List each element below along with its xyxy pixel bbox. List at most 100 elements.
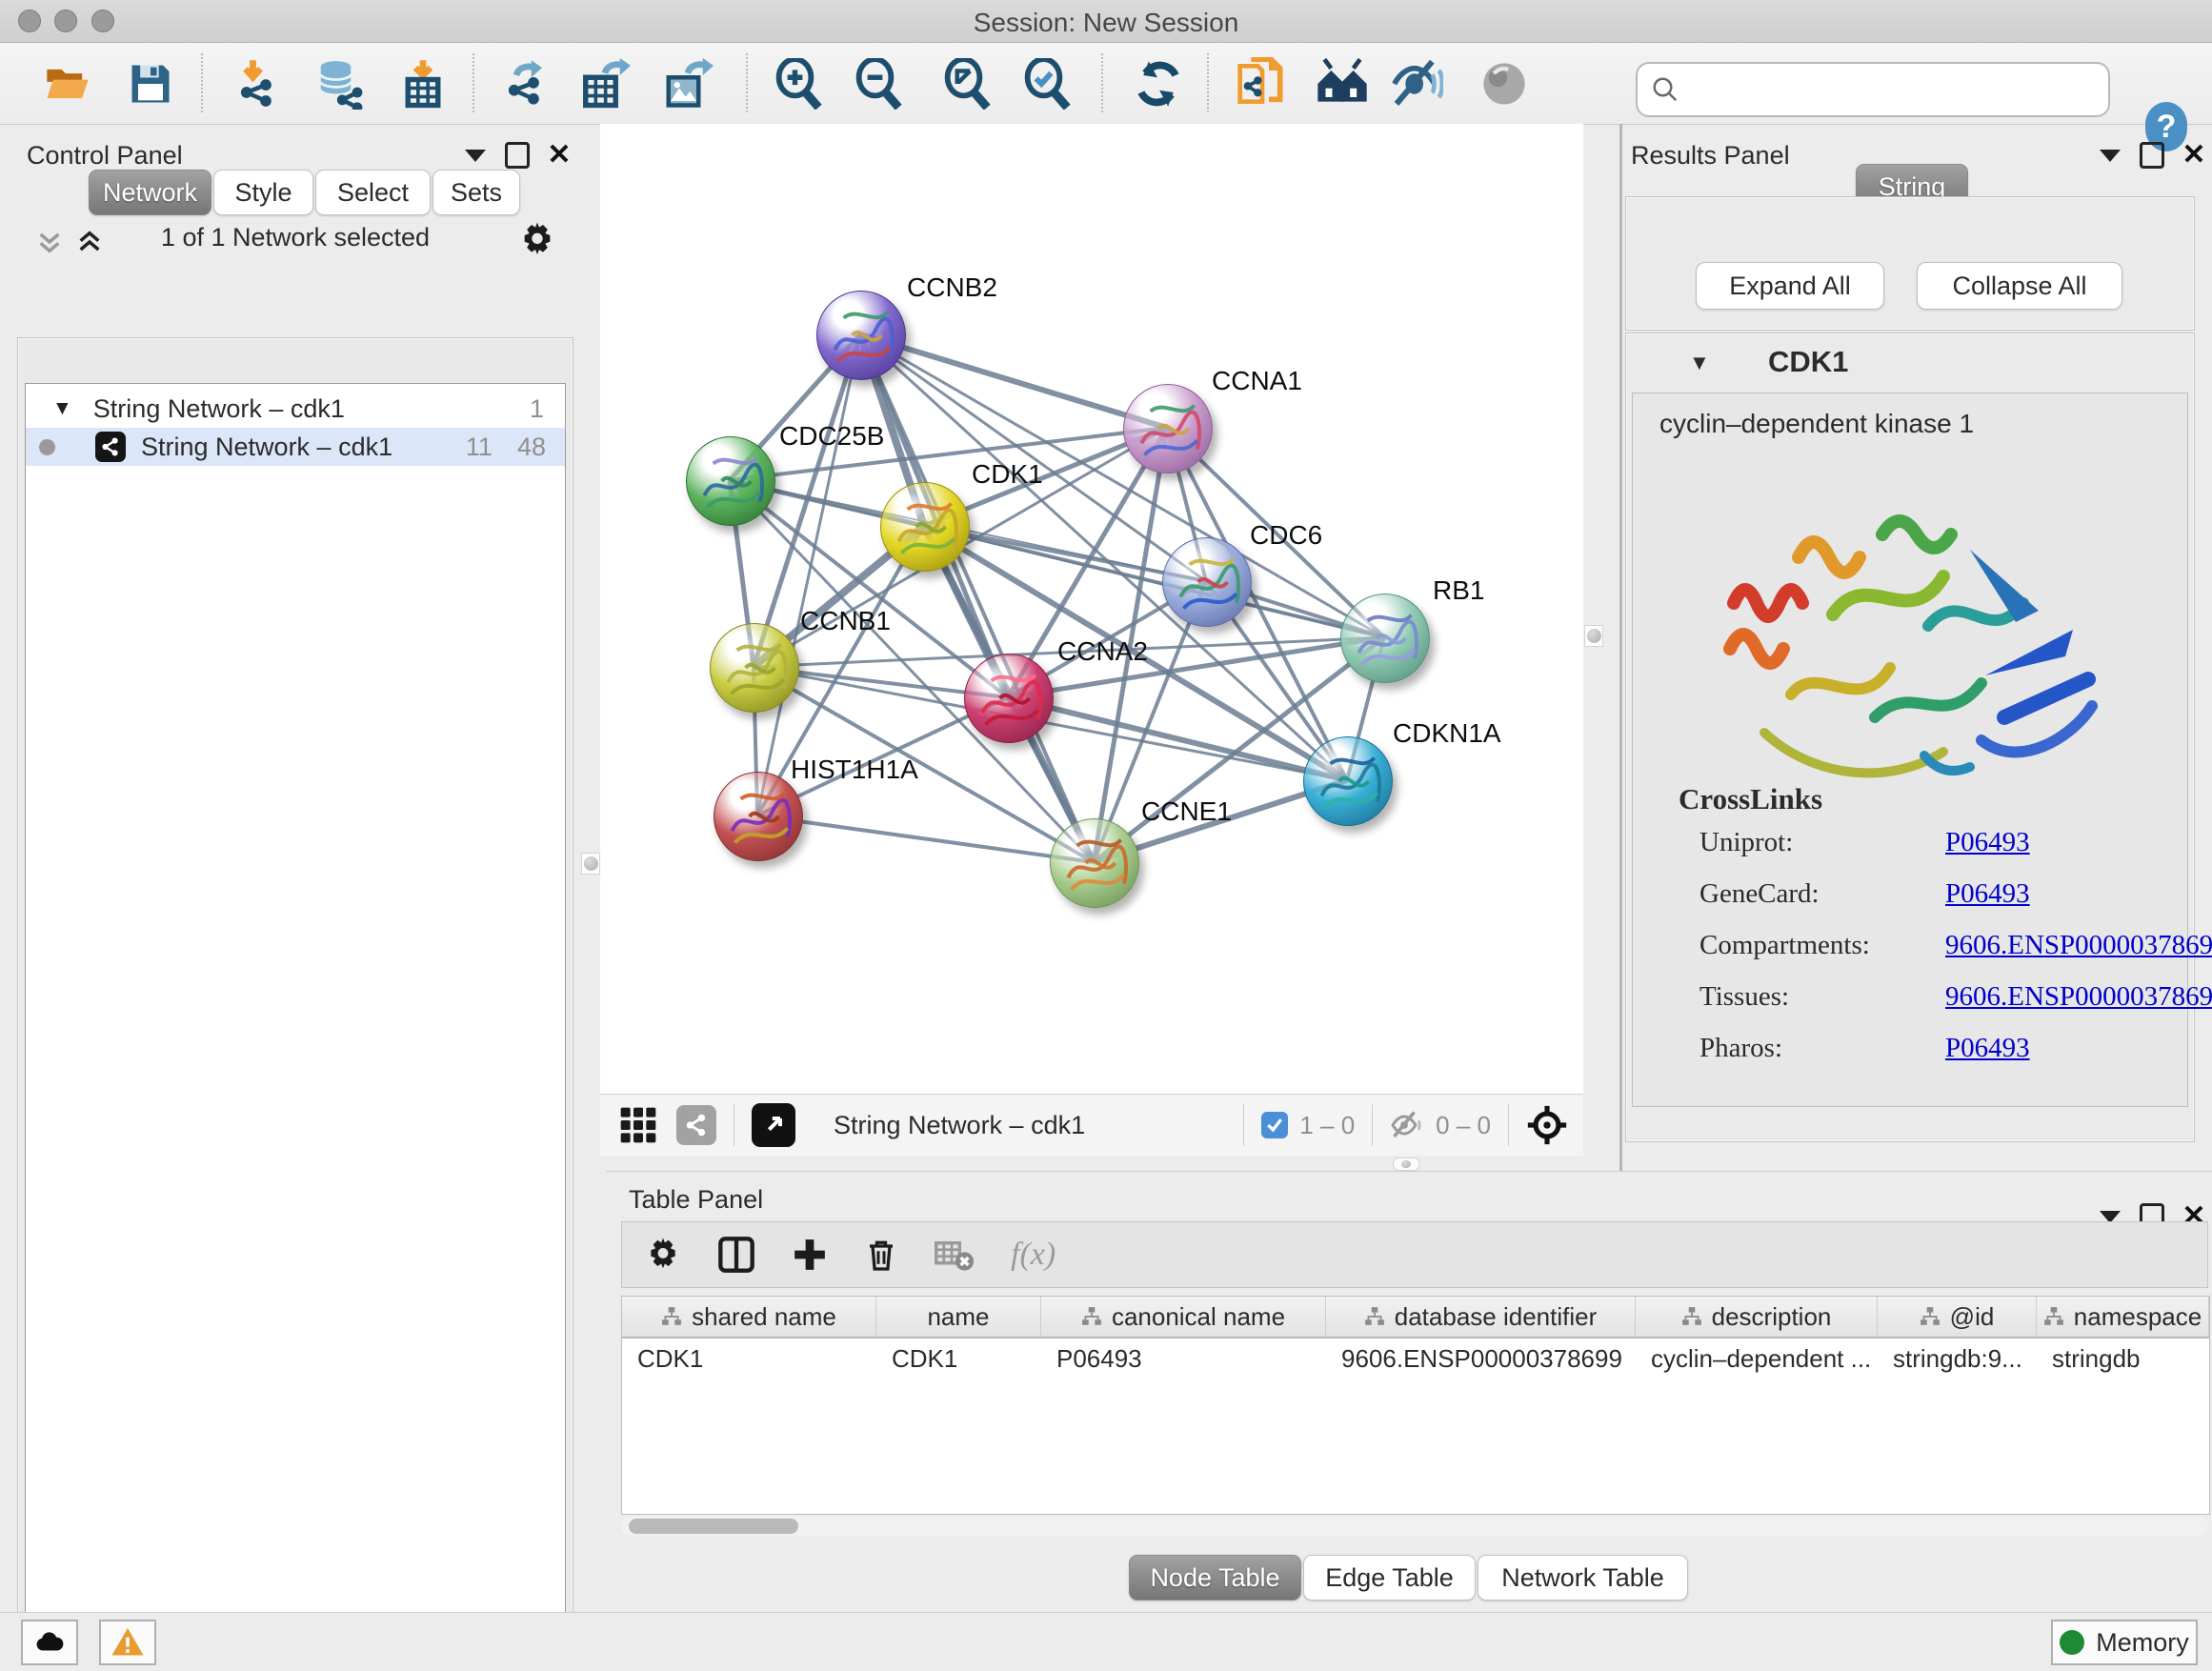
tab-node-table[interactable]: Node Table bbox=[1129, 1555, 1301, 1601]
expand-all-networks-icon[interactable] bbox=[74, 227, 105, 257]
warnings-button[interactable] bbox=[99, 1620, 156, 1665]
function-builder-icon[interactable]: f(x) bbox=[1011, 1237, 1056, 1273]
import-network-file-icon[interactable] bbox=[231, 57, 284, 111]
open-session-icon[interactable] bbox=[41, 57, 94, 111]
cloud-status-button[interactable] bbox=[21, 1620, 78, 1665]
column-header-shared-name[interactable]: shared name bbox=[622, 1297, 876, 1337]
collapse-all-networks-icon[interactable] bbox=[34, 227, 65, 257]
crosslink-value-link[interactable]: P06493 bbox=[1945, 878, 2030, 910]
column-header-database-identifier[interactable]: database identifier bbox=[1326, 1297, 1636, 1337]
network-node-ccnb1[interactable] bbox=[710, 623, 799, 713]
zoom-in-icon[interactable] bbox=[773, 57, 826, 111]
scrollbar-thumb[interactable] bbox=[629, 1519, 798, 1534]
network-row[interactable]: String Network – cdk1 11 48 bbox=[26, 428, 565, 466]
export-image-icon[interactable] bbox=[661, 57, 714, 111]
network-node-cdkn1a[interactable] bbox=[1303, 736, 1393, 826]
protein-ribbon-thumbnail bbox=[881, 483, 969, 571]
network-node-rb1[interactable] bbox=[1340, 594, 1430, 683]
network-node-ccna2[interactable] bbox=[964, 654, 1054, 743]
delete-table-icon[interactable] bbox=[935, 1235, 975, 1275]
table-horizontal-scrollbar[interactable] bbox=[621, 1517, 2208, 1536]
crosslink-value-link[interactable]: 9606.ENSP00000378699 bbox=[1945, 981, 2212, 1013]
column-header-canonical-name[interactable]: canonical name bbox=[1041, 1297, 1326, 1337]
table-cell[interactable]: stringdb bbox=[2037, 1340, 2209, 1377]
column-header-namespace[interactable]: namespace bbox=[2037, 1297, 2209, 1337]
column-header-description[interactable]: description bbox=[1636, 1297, 1878, 1337]
selected-items-checkbox-icon[interactable] bbox=[1261, 1112, 1288, 1138]
crosslink-value-link[interactable]: 9606.ENSP00000378699 bbox=[1945, 930, 2212, 961]
tab-network-table[interactable]: Network Table bbox=[1478, 1555, 1688, 1601]
column-header--id[interactable]: @id bbox=[1878, 1297, 2037, 1337]
save-session-icon[interactable] bbox=[124, 57, 177, 111]
network-node-cdc6[interactable] bbox=[1162, 537, 1252, 627]
network-node-cdk1[interactable] bbox=[880, 482, 970, 572]
show-graphics-details-icon[interactable] bbox=[1478, 57, 1531, 111]
crosslink-value-link[interactable]: P06493 bbox=[1945, 827, 2030, 858]
column-header-label: canonical name bbox=[1112, 1302, 1285, 1332]
column-header-label: shared name bbox=[692, 1302, 836, 1332]
memory-status-button[interactable]: Memory bbox=[2051, 1620, 2198, 1665]
collapse-all-button[interactable]: Collapse All bbox=[1917, 262, 2122, 310]
first-neighbors-icon[interactable] bbox=[1316, 57, 1369, 111]
tab-network[interactable]: Network bbox=[89, 170, 211, 215]
zoom-fit-icon[interactable] bbox=[941, 57, 995, 111]
table-cell[interactable]: CDK1 bbox=[622, 1340, 876, 1377]
table-cell[interactable]: cyclin–dependent ... bbox=[1636, 1340, 1878, 1377]
bottom-splitter-handle[interactable] bbox=[1393, 1158, 1419, 1171]
fit-content-crosshair-icon[interactable] bbox=[1526, 1104, 1568, 1146]
tab-edge-table[interactable]: Edge Table bbox=[1303, 1555, 1476, 1601]
import-table-icon[interactable] bbox=[396, 57, 450, 111]
maximize-panel-icon[interactable] bbox=[2140, 143, 2164, 168]
expand-all-button[interactable]: Expand All bbox=[1696, 262, 1884, 310]
delete-column-icon[interactable] bbox=[864, 1238, 898, 1272]
crosslink-row: Uniprot:P06493 bbox=[1699, 827, 1793, 858]
table-toolbar: f(x) bbox=[621, 1221, 2208, 1288]
network-node-ccnb2[interactable] bbox=[816, 291, 906, 380]
control-panel-header-icons: ✕ bbox=[463, 143, 572, 168]
search-input[interactable] bbox=[1679, 74, 2095, 106]
right-splitter-handle[interactable] bbox=[1584, 625, 1603, 647]
tab-sets[interactable]: Sets bbox=[432, 170, 520, 215]
collection-expander-icon[interactable]: ▼ bbox=[52, 397, 72, 420]
maximize-panel-icon[interactable] bbox=[505, 143, 530, 168]
column-header-name[interactable]: name bbox=[876, 1297, 1041, 1337]
hide-selected-icon[interactable] bbox=[1390, 57, 1443, 111]
hidden-items-eye-slash-icon[interactable] bbox=[1390, 1108, 1424, 1142]
network-canvas[interactable]: CCNB2CCNA1CDC25BCDK1CDC6RB1CCNB1CCNA2CDK… bbox=[600, 124, 1583, 1094]
tab-select[interactable]: Select bbox=[315, 170, 431, 215]
collection-count: 1 bbox=[530, 394, 544, 424]
show-columns-icon[interactable] bbox=[717, 1236, 755, 1274]
zoom-out-icon[interactable] bbox=[853, 57, 906, 111]
network-options-gear-icon[interactable] bbox=[518, 221, 556, 259]
close-panel-icon[interactable]: ✕ bbox=[2182, 143, 2206, 168]
grid-view-icon[interactable] bbox=[619, 1106, 657, 1144]
network-collection-row[interactable]: ▼ String Network – cdk1 1 bbox=[26, 390, 565, 428]
refresh-icon[interactable] bbox=[1132, 57, 1185, 111]
crosslink-value-link[interactable]: P06493 bbox=[1945, 1033, 2030, 1064]
table-cell[interactable]: 9606.ENSP00000378699 bbox=[1326, 1340, 1636, 1377]
table-cell[interactable]: P06493 bbox=[1041, 1340, 1326, 1377]
zoom-selected-icon[interactable] bbox=[1021, 57, 1075, 111]
left-splitter-handle[interactable] bbox=[581, 853, 600, 875]
table-cell[interactable]: stringdb:9... bbox=[1878, 1340, 2037, 1377]
results-actions-box: Expand All Collapse All bbox=[1625, 196, 2195, 331]
table-tabs: Node TableEdge TableNetwork Table bbox=[1129, 1555, 1688, 1601]
float-panel-icon[interactable] bbox=[463, 143, 488, 168]
export-network-icon[interactable] bbox=[498, 57, 552, 111]
import-network-database-icon[interactable] bbox=[313, 57, 367, 111]
network-node-hist1h1a[interactable] bbox=[714, 772, 803, 861]
export-table-icon[interactable] bbox=[578, 57, 632, 111]
duplicate-network-icon[interactable] bbox=[1236, 57, 1289, 111]
table-cell[interactable]: CDK1 bbox=[876, 1340, 1041, 1377]
column-type-icon bbox=[1920, 1306, 1941, 1327]
network-node-cdc25b[interactable] bbox=[686, 436, 775, 526]
add-column-icon[interactable] bbox=[792, 1237, 828, 1273]
section-collapse-icon[interactable]: ▼ bbox=[1689, 351, 1710, 375]
float-panel-icon[interactable] bbox=[2098, 143, 2122, 168]
tab-style[interactable]: Style bbox=[213, 170, 313, 215]
close-panel-icon[interactable]: ✕ bbox=[547, 143, 572, 168]
table-options-gear-icon[interactable] bbox=[645, 1237, 681, 1273]
birdseye-view-icon[interactable] bbox=[752, 1103, 795, 1147]
network-node-ccna1[interactable] bbox=[1123, 384, 1213, 473]
network-node-ccne1[interactable] bbox=[1050, 818, 1139, 908]
